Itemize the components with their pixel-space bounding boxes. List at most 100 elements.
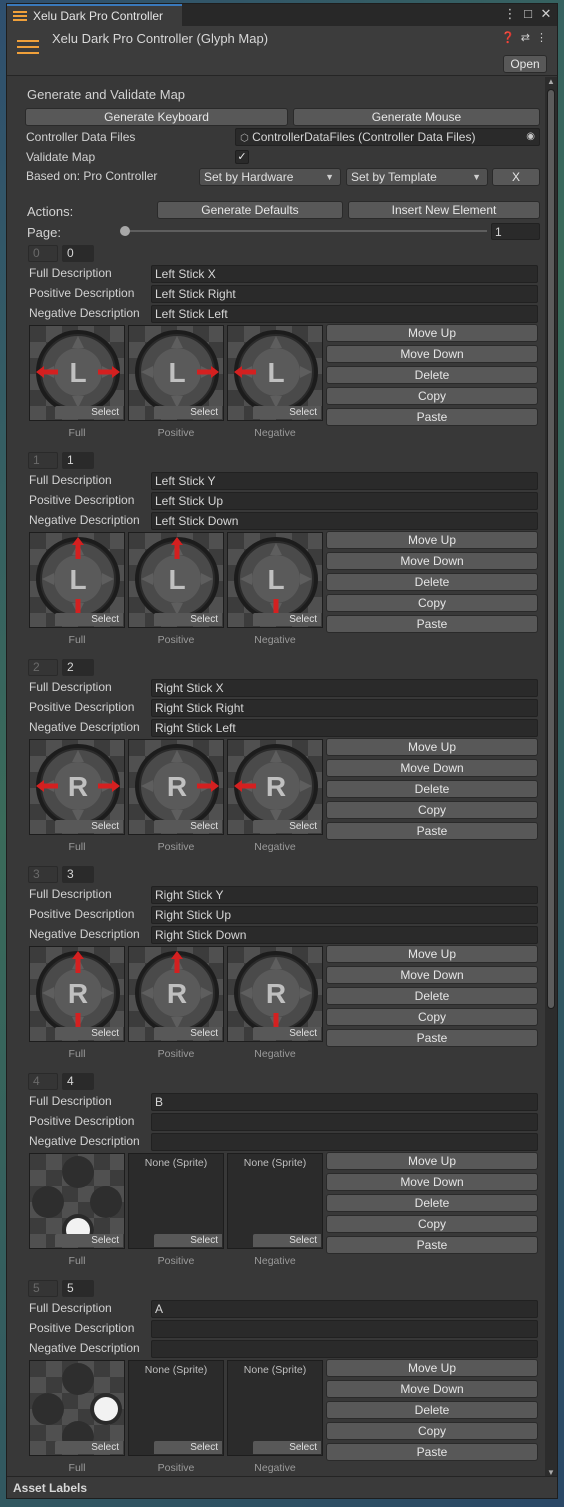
select-sprite-button[interactable]: Select: [55, 1441, 123, 1454]
element-index-field[interactable]: 0: [62, 245, 94, 262]
negative-description-field[interactable]: Left Stick Down: [151, 512, 538, 530]
paste-button[interactable]: Paste: [326, 615, 538, 633]
positive-description-field[interactable]: [151, 1113, 538, 1131]
negative-description-field[interactable]: Left Stick Left: [151, 305, 538, 323]
move-up-button[interactable]: Move Up: [326, 738, 538, 756]
full-description-field[interactable]: Left Stick X: [151, 265, 538, 283]
more-icon[interactable]: ⋮: [536, 31, 547, 44]
move-up-button[interactable]: Move Up: [326, 324, 538, 342]
generate-mouse-button[interactable]: Generate Mouse: [293, 108, 540, 126]
select-sprite-button[interactable]: Select: [253, 1441, 321, 1454]
delete-button[interactable]: Delete: [326, 1194, 538, 1212]
sprite-slot-negative[interactable]: None (Sprite) Select: [227, 1360, 323, 1456]
delete-button[interactable]: Delete: [326, 780, 538, 798]
insert-new-element-button[interactable]: Insert New Element: [348, 201, 540, 219]
sprite-slot-positive[interactable]: R Select: [128, 739, 224, 835]
hardware-dropdown[interactable]: Set by Hardware ▼: [199, 168, 341, 186]
sprite-slot-full[interactable]: L Select: [29, 532, 125, 628]
element-index-field[interactable]: 1: [62, 452, 94, 469]
element-index-field[interactable]: 4: [62, 1073, 94, 1090]
move-up-button[interactable]: Move Up: [326, 531, 538, 549]
presets-icon[interactable]: ⇄: [521, 31, 530, 44]
full-description-field[interactable]: A: [151, 1300, 538, 1318]
tab-inspector[interactable]: Xelu Dark Pro Controller: [7, 4, 182, 26]
select-sprite-button[interactable]: Select: [55, 820, 123, 833]
full-description-field[interactable]: Right Stick X: [151, 679, 538, 697]
move-up-button[interactable]: Move Up: [326, 945, 538, 963]
select-sprite-button[interactable]: Select: [253, 820, 321, 833]
move-up-button[interactable]: Move Up: [326, 1152, 538, 1170]
paste-button[interactable]: Paste: [326, 822, 538, 840]
move-down-button[interactable]: Move Down: [326, 552, 538, 570]
delete-button[interactable]: Delete: [326, 366, 538, 384]
select-sprite-button[interactable]: Select: [154, 406, 222, 419]
full-description-field[interactable]: Left Stick Y: [151, 472, 538, 490]
positive-description-field[interactable]: Right Stick Up: [151, 906, 538, 924]
select-sprite-button[interactable]: Select: [55, 613, 123, 626]
copy-button[interactable]: Copy: [326, 1215, 538, 1233]
move-down-button[interactable]: Move Down: [326, 345, 538, 363]
more-icon[interactable]: ⋮: [503, 6, 517, 22]
positive-description-field[interactable]: Left Stick Right: [151, 285, 538, 303]
select-sprite-button[interactable]: Select: [154, 613, 222, 626]
element-index-field[interactable]: 3: [62, 866, 94, 883]
select-sprite-button[interactable]: Select: [154, 1027, 222, 1040]
select-sprite-button[interactable]: Select: [253, 406, 321, 419]
sprite-slot-positive[interactable]: L Select: [128, 532, 224, 628]
element-index-field[interactable]: 5: [62, 1280, 94, 1297]
sprite-slot-positive[interactable]: None (Sprite) Select: [128, 1360, 224, 1456]
page-field[interactable]: 1: [491, 223, 540, 240]
paste-button[interactable]: Paste: [326, 1443, 538, 1461]
asset-labels-footer[interactable]: Asset Labels: [7, 1476, 557, 1498]
sprite-slot-positive[interactable]: None (Sprite) Select: [128, 1153, 224, 1249]
negative-description-field[interactable]: [151, 1133, 538, 1151]
sprite-slot-negative[interactable]: None (Sprite) Select: [227, 1153, 323, 1249]
object-picker-icon[interactable]: ◉: [526, 130, 535, 144]
sprite-slot-negative[interactable]: L Select: [227, 532, 323, 628]
copy-button[interactable]: Copy: [326, 387, 538, 405]
move-down-button[interactable]: Move Down: [326, 1380, 538, 1398]
full-description-field[interactable]: Right Stick Y: [151, 886, 538, 904]
sprite-slot-negative[interactable]: R Select: [227, 946, 323, 1042]
template-dropdown[interactable]: Set by Template ▼: [346, 168, 488, 186]
select-sprite-button[interactable]: Select: [154, 1441, 222, 1454]
sprite-slot-full[interactable]: L Select: [29, 325, 125, 421]
delete-button[interactable]: Delete: [326, 987, 538, 1005]
sprite-slot-full[interactable]: R Select: [29, 739, 125, 835]
move-down-button[interactable]: Move Down: [326, 966, 538, 984]
select-sprite-button[interactable]: Select: [253, 613, 321, 626]
validate-map-checkbox[interactable]: ✓: [235, 150, 249, 164]
select-sprite-button[interactable]: Select: [55, 1027, 123, 1040]
select-sprite-button[interactable]: Select: [253, 1027, 321, 1040]
move-down-button[interactable]: Move Down: [326, 759, 538, 777]
positive-description-field[interactable]: [151, 1320, 538, 1338]
page-slider[interactable]: [125, 230, 487, 232]
generate-defaults-button[interactable]: Generate Defaults: [157, 201, 343, 219]
delete-button[interactable]: Delete: [326, 573, 538, 591]
scrollbar[interactable]: ▲ ▼: [545, 77, 557, 1477]
delete-button[interactable]: Delete: [326, 1401, 538, 1419]
select-sprite-button[interactable]: Select: [154, 820, 222, 833]
copy-button[interactable]: Copy: [326, 1422, 538, 1440]
select-sprite-button[interactable]: Select: [154, 1234, 222, 1247]
element-index-field[interactable]: 2: [62, 659, 94, 676]
copy-button[interactable]: Copy: [326, 801, 538, 819]
sprite-slot-negative[interactable]: L Select: [227, 325, 323, 421]
help-icon[interactable]: ❓: [501, 31, 515, 44]
clear-template-button[interactable]: X: [492, 168, 540, 186]
page-slider-handle[interactable]: [120, 226, 130, 236]
negative-description-field[interactable]: Right Stick Left: [151, 719, 538, 737]
data-files-field[interactable]: ⬡ ControllerDataFiles (Controller Data F…: [235, 128, 540, 146]
sprite-slot-positive[interactable]: L Select: [128, 325, 224, 421]
full-description-field[interactable]: B: [151, 1093, 538, 1111]
negative-description-field[interactable]: Right Stick Down: [151, 926, 538, 944]
generate-keyboard-button[interactable]: Generate Keyboard: [25, 108, 288, 126]
negative-description-field[interactable]: [151, 1340, 538, 1358]
copy-button[interactable]: Copy: [326, 1008, 538, 1026]
sprite-slot-full[interactable]: Select: [29, 1153, 125, 1249]
maximize-icon[interactable]: □: [521, 6, 535, 22]
close-icon[interactable]: ✕: [539, 6, 553, 22]
paste-button[interactable]: Paste: [326, 1029, 538, 1047]
move-down-button[interactable]: Move Down: [326, 1173, 538, 1191]
sprite-slot-full[interactable]: R Select: [29, 946, 125, 1042]
